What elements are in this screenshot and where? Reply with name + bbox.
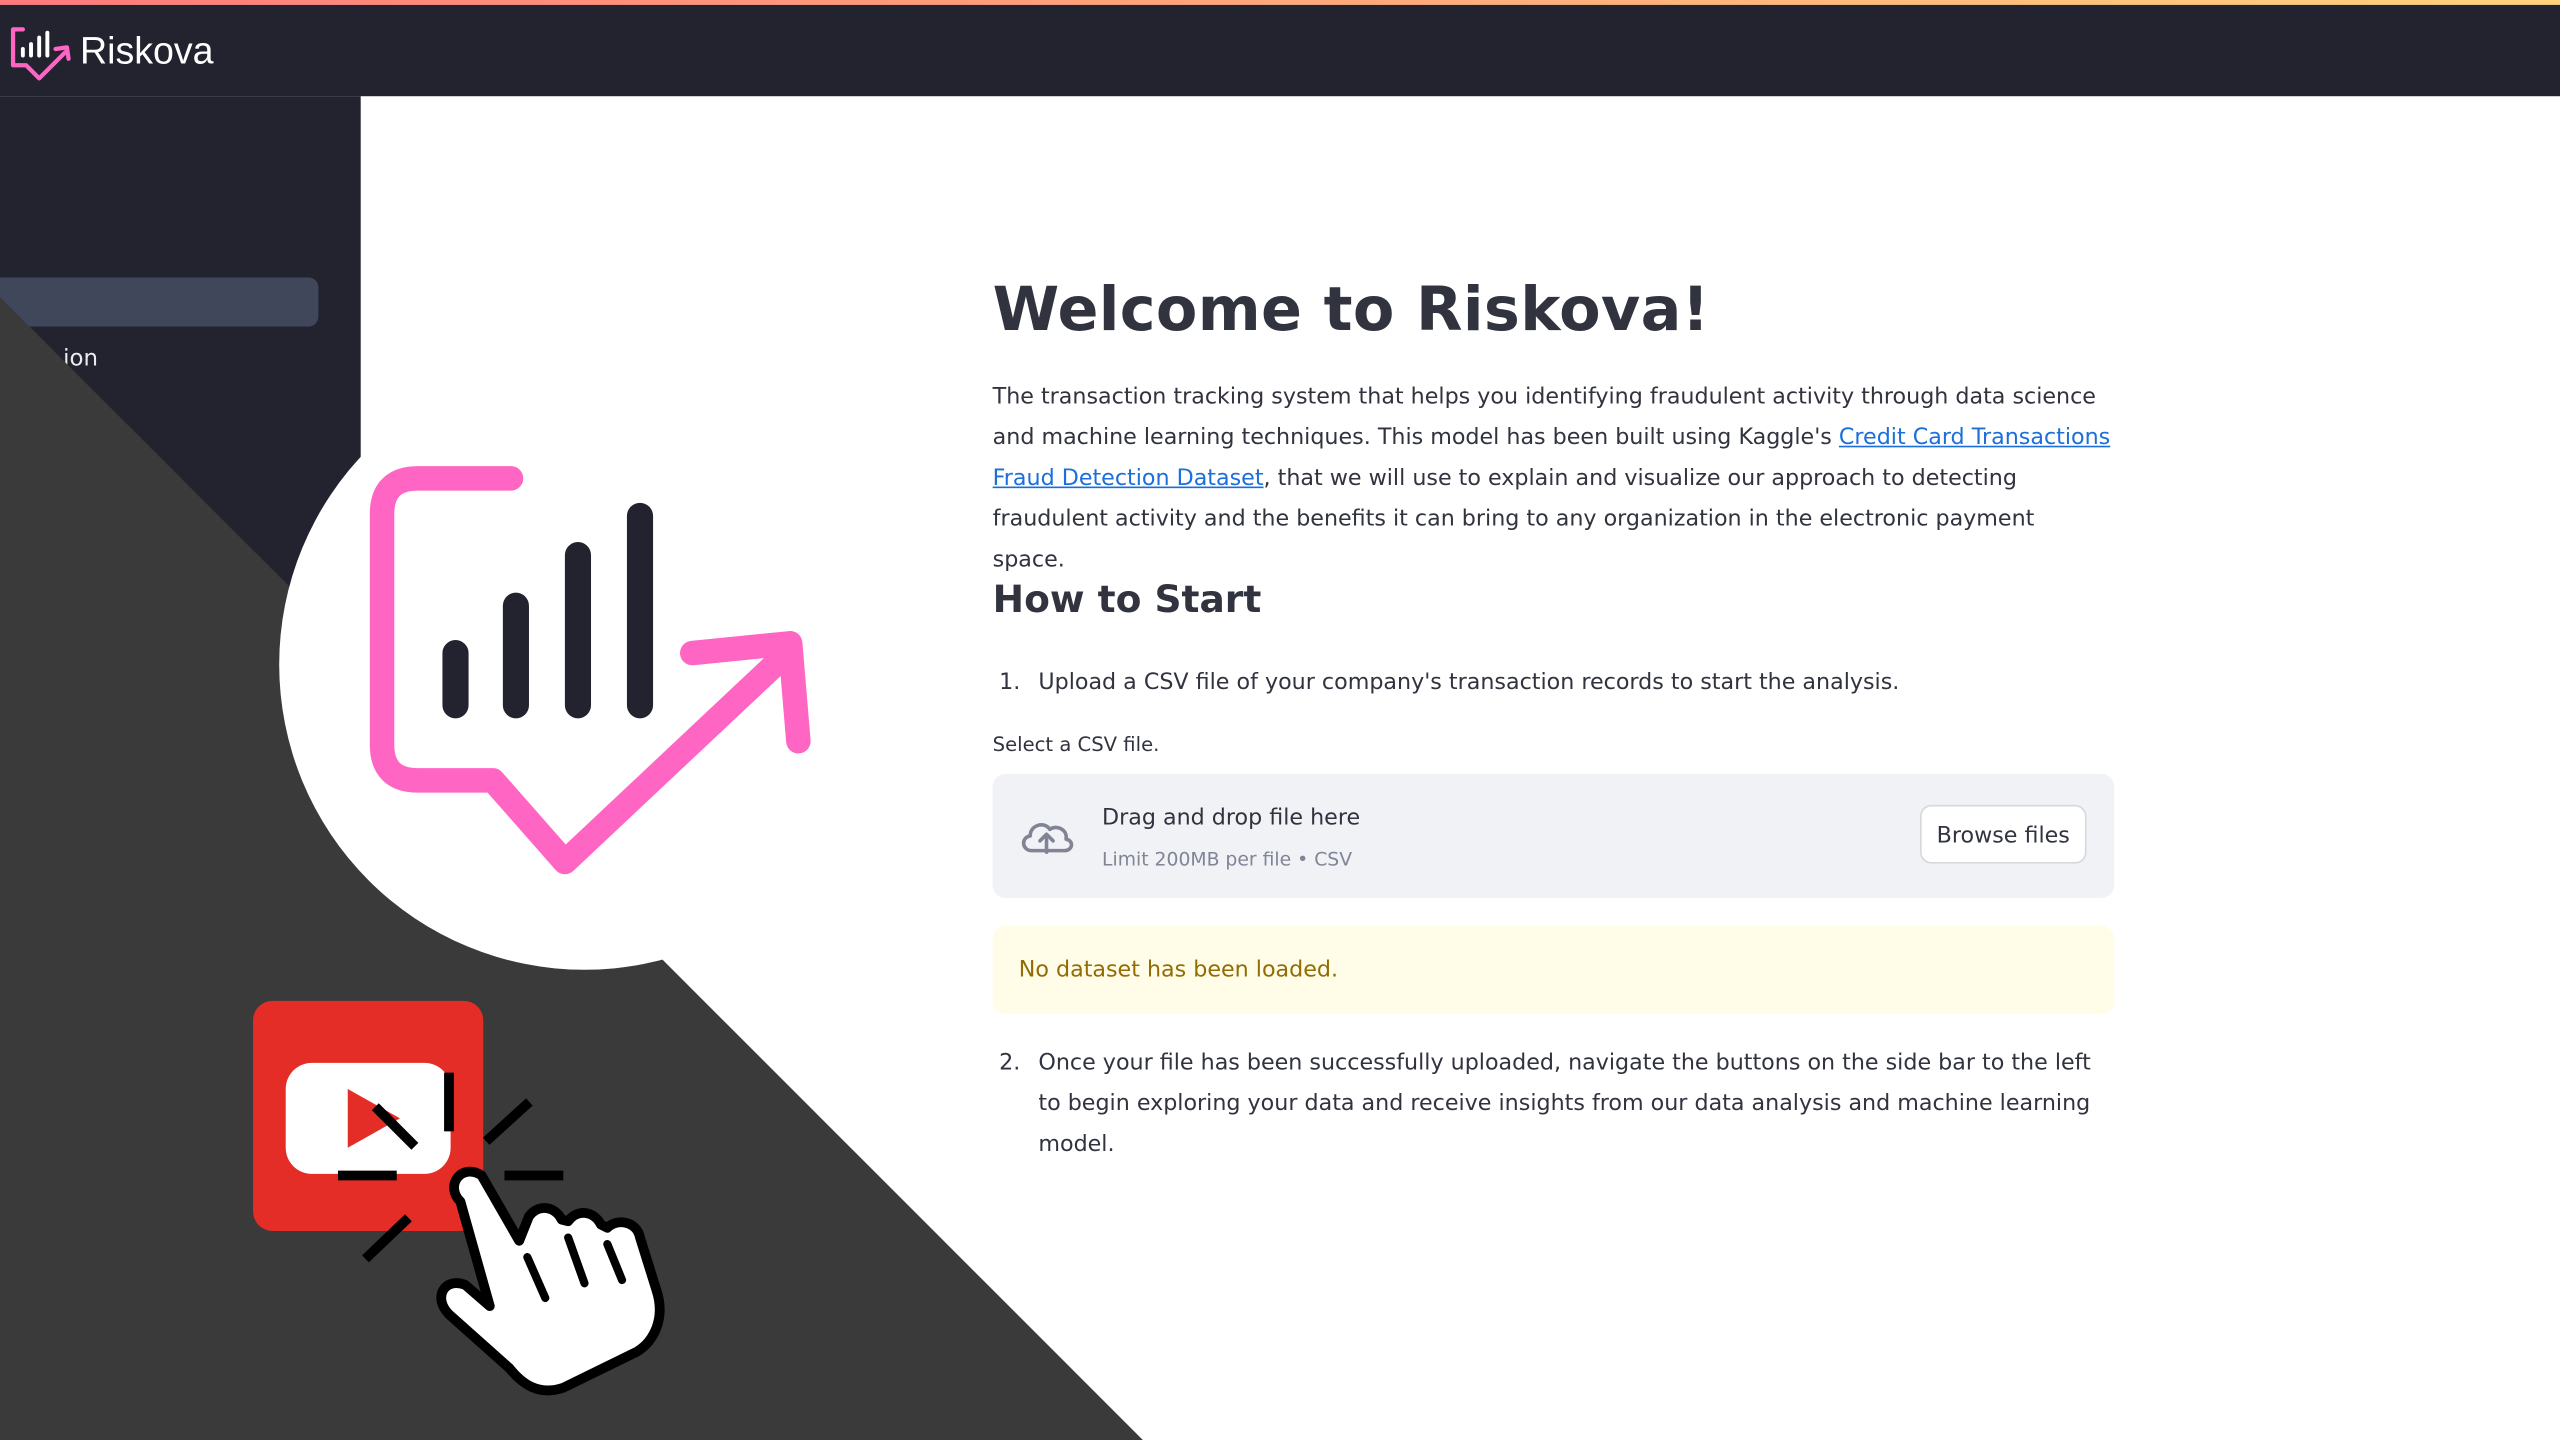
intro-paragraph: The transaction tracking system that hel… <box>993 377 2113 581</box>
warning-alert: No dataset has been loaded. <box>992 925 2115 1014</box>
app-window: Riskova ion Welcome to Riskova! The tran… <box>0 0 2560 1440</box>
step-item: 1. Upload a CSV file of your company's t… <box>993 663 2103 704</box>
alert-text: No dataset has been loaded. <box>1018 956 1339 983</box>
section-heading-how-to-start: How to Start <box>992 579 1262 623</box>
step-item: 2. Once your file has been successfully … <box>993 1043 2103 1158</box>
dropzone-title: Drag and drop file here <box>1102 804 1361 832</box>
page-title: Welcome to Riskova! <box>992 274 1710 345</box>
step-number: 2. <box>999 1049 1021 1076</box>
step-text: Upload a CSV file of your company's tran… <box>1038 669 1900 696</box>
top-header-bar: Riskova <box>0 4 2560 97</box>
browse-files-button[interactable]: Browse files <box>1919 804 2087 864</box>
step-text: Once your file has been successfully upl… <box>1038 1049 2091 1158</box>
riskova-logo-icon <box>10 27 71 81</box>
step-number: 1. <box>999 669 1021 696</box>
brand-name[interactable]: Riskova <box>80 29 214 71</box>
cloud-upload-icon <box>1021 823 1074 855</box>
dropzone-limit-text: Limit 200MB per file • CSV <box>1102 847 1353 871</box>
sidebar-item-active[interactable] <box>0 277 319 327</box>
file-dropzone[interactable]: Drag and drop file here Limit 200MB per … <box>992 773 2115 898</box>
uploader-label: Select a CSV file. <box>992 733 1160 756</box>
